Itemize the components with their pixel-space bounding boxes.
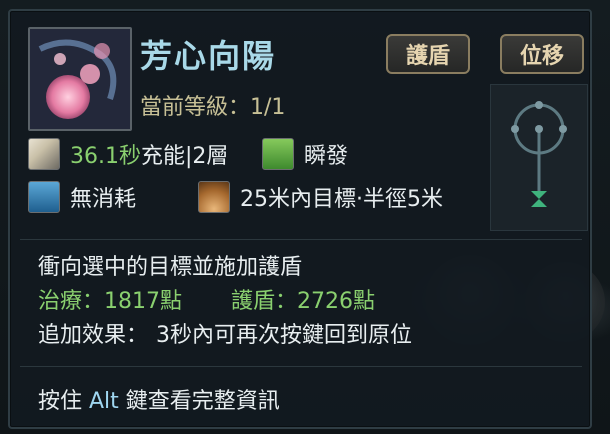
range-diagram-icon — [511, 101, 567, 207]
range-indicator — [490, 84, 588, 231]
cooldown-charges: 充能|2層 — [141, 144, 229, 169]
shield-label: 護盾： — [231, 289, 298, 314]
cost-row: 無消耗 — [28, 181, 136, 213]
divider — [20, 239, 582, 240]
skill-level: 當前等級：1/1 — [140, 89, 285, 121]
extra-label: 追加效果： — [38, 323, 149, 348]
tag-shield: 護盾 — [386, 34, 471, 74]
instant-cast-icon — [262, 138, 294, 170]
cooldown-icon — [28, 138, 60, 170]
cost-value: 無消耗 — [70, 187, 137, 212]
range-icon — [198, 181, 230, 213]
cooldown-value: 36.1秒 — [70, 144, 141, 169]
skill-name: 芳心向陽 — [140, 37, 277, 75]
cast-type: 瞬發 — [304, 144, 349, 169]
heal-value: 1817點 — [104, 289, 183, 314]
skill-icon — [28, 27, 132, 131]
shield-value: 2726點 — [297, 289, 376, 314]
tag-movement: 位移 — [500, 34, 585, 74]
extra-effect-line: 追加效果： 3秒內可再次按鍵回到原位 — [38, 317, 412, 349]
description-line: 衝向選中的目標並施加護盾 — [38, 255, 303, 280]
pink-flower-icon — [30, 29, 130, 129]
cooldown-row: 36.1秒 充能|2層 — [28, 138, 228, 170]
heal-label: 治療： — [38, 289, 105, 314]
cast-row: 瞬發 — [262, 138, 348, 170]
divider — [20, 366, 582, 367]
level-value: 1/1 — [250, 95, 286, 120]
alt-key: Alt — [89, 389, 119, 414]
range-value: 25米內目標·半徑5米 — [240, 187, 443, 212]
level-label: 當前等級： — [140, 95, 251, 120]
footer-suffix: 鍵查看完整資訊 — [118, 389, 280, 414]
range-row: 25米內目標·半徑5米 — [198, 181, 443, 213]
cost-icon — [28, 181, 60, 213]
skill-tooltip: 芳心向陽 當前等級：1/1 護盾 位移 36.1秒 充能|2層 瞬發 無消耗 25… — [8, 9, 592, 429]
heal-shield-line: 治療：1817點 護盾：2726點 — [38, 283, 375, 315]
extra-value: 3秒內可再次按鍵回到原位 — [156, 323, 413, 348]
footer-hint: 按住 Alt 鍵查看完整資訊 — [38, 383, 280, 415]
footer-prefix: 按住 — [38, 389, 89, 414]
